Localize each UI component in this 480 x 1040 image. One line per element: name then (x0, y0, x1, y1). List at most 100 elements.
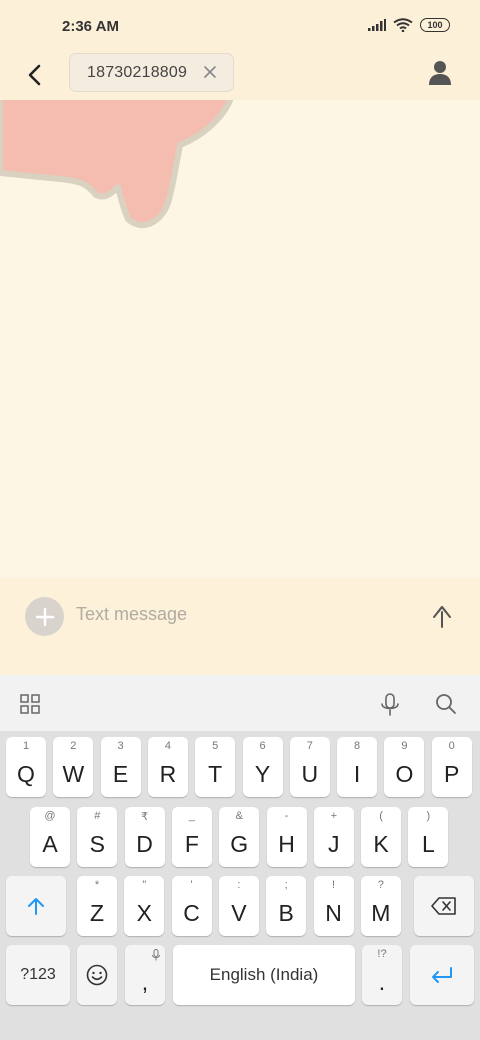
attach-button[interactable] (25, 597, 64, 636)
key-label: K (373, 831, 389, 857)
key-label: O (395, 761, 414, 787)
key-label: M (371, 900, 391, 926)
key-s[interactable]: # S (77, 807, 118, 867)
key-n[interactable]: ! N (313, 876, 354, 936)
enter-key[interactable] (410, 945, 474, 1005)
recipient-chip[interactable]: 18730218809 (69, 53, 234, 92)
key-z[interactable]: * Z (77, 876, 117, 936)
key-hint: 7 (306, 740, 313, 752)
plus-icon (35, 607, 54, 626)
key-hint: 5 (212, 740, 219, 752)
symbols-label: ?123 (20, 966, 56, 983)
key-g[interactable]: & G (219, 807, 260, 867)
symbols-key[interactable]: ?123 (6, 945, 70, 1005)
key-q[interactable]: 1Q (6, 737, 46, 797)
key-label: H (278, 831, 295, 857)
key-label: B (278, 900, 294, 926)
soft-keyboard: 1Q2W3E4R5T6Y7U8I9O0P @ A # S ₹ D _ F & G - H + J(K) L … (0, 731, 480, 1040)
backspace-icon (431, 897, 456, 915)
key-label: W (62, 761, 85, 787)
key-d[interactable]: ₹ D (124, 807, 165, 867)
mic-hint-icon (152, 949, 160, 961)
key-label: S (89, 831, 105, 857)
key-label: I (353, 761, 361, 787)
wifi-icon (393, 18, 413, 32)
key-j[interactable]: + J (313, 807, 354, 867)
period-hint: !? (377, 948, 387, 960)
key-hint: ' (190, 879, 193, 891)
status-icons: 100 (368, 18, 450, 32)
key-m[interactable]: ? M (360, 876, 401, 936)
apps-grid-icon[interactable] (20, 694, 40, 714)
key-label: V (231, 900, 247, 926)
space-key[interactable]: English (India) (173, 945, 355, 1005)
key-hint: 4 (164, 740, 171, 752)
key-c[interactable]: ' C (171, 876, 212, 936)
key-label: D (136, 831, 153, 857)
key-h[interactable]: -H (266, 807, 307, 867)
key-p[interactable]: 0P (431, 737, 472, 797)
key-hint: _ (188, 810, 195, 822)
emoji-icon (86, 964, 108, 986)
remove-recipient-icon[interactable] (203, 65, 217, 79)
key-hint: ( (379, 810, 383, 822)
key-hint: * (94, 879, 100, 891)
back-arrow-icon[interactable] (22, 60, 48, 90)
key-v[interactable]: :V (218, 876, 259, 936)
key-hint: & (235, 810, 243, 822)
backspace-key[interactable] (414, 876, 474, 936)
key-hint: 2 (70, 740, 77, 752)
key-t[interactable]: 5T (195, 737, 236, 797)
key-hint: 1 (22, 740, 30, 752)
microphone-icon[interactable] (380, 693, 400, 717)
comma-label: , (141, 969, 149, 995)
key-k[interactable]: (K (361, 807, 402, 867)
key-b[interactable]: ; B (266, 876, 307, 936)
conversation-screen: 2:36 AM 100 18730218809 Text message (0, 0, 480, 675)
message-input[interactable]: Text message (76, 604, 187, 625)
sticker-illustration (0, 95, 235, 229)
battery-icon: 100 (420, 18, 450, 32)
key-hint: ; (284, 879, 288, 891)
key-l[interactable]: ) L (408, 807, 449, 867)
key-e[interactable]: 3E (100, 737, 141, 797)
key-label: X (136, 900, 152, 926)
key-u[interactable]: 7U (289, 737, 330, 797)
send-icon[interactable] (429, 603, 455, 629)
key-r[interactable]: 4R (147, 737, 188, 797)
key-x[interactable]: " X (124, 876, 165, 936)
comma-key[interactable]: , (125, 945, 165, 1005)
period-key[interactable]: !? . (362, 945, 402, 1005)
key-hint: 6 (259, 740, 266, 752)
key-o[interactable]: 9O (384, 737, 425, 797)
battery-level: 100 (427, 20, 443, 30)
key-f[interactable]: _ F (171, 807, 212, 867)
compose-bar: Text message (0, 578, 480, 675)
key-w[interactable]: 2W (53, 737, 94, 797)
key-label: F (184, 831, 199, 857)
key-a[interactable]: @ A (30, 807, 70, 867)
emoji-key[interactable] (77, 945, 117, 1005)
key-hint: - (284, 810, 289, 822)
shift-arrow-icon (28, 898, 44, 915)
shift-key[interactable] (6, 876, 66, 936)
search-icon[interactable] (435, 693, 457, 715)
key-y[interactable]: 6Y (242, 737, 283, 797)
conversation-header: 18730218809 (0, 52, 480, 100)
key-hint: ? (377, 879, 384, 891)
status-time: 2:36 AM (62, 18, 119, 35)
key-i[interactable]: 8I (337, 737, 378, 797)
key-hint: ) (426, 810, 431, 822)
key-label: U (301, 761, 319, 787)
key-hint: " (142, 879, 147, 891)
keyboard-toolbar (0, 675, 480, 731)
space-label: English (India) (209, 965, 319, 984)
key-hint: ! (331, 879, 336, 891)
key-hint: @ (44, 810, 56, 822)
key-label: Z (89, 900, 105, 926)
key-label: P (444, 761, 460, 787)
key-label: N (325, 900, 342, 926)
key-label: Y (254, 761, 271, 787)
key-hint: ₹ (141, 811, 149, 823)
contact-icon[interactable] (428, 60, 452, 86)
